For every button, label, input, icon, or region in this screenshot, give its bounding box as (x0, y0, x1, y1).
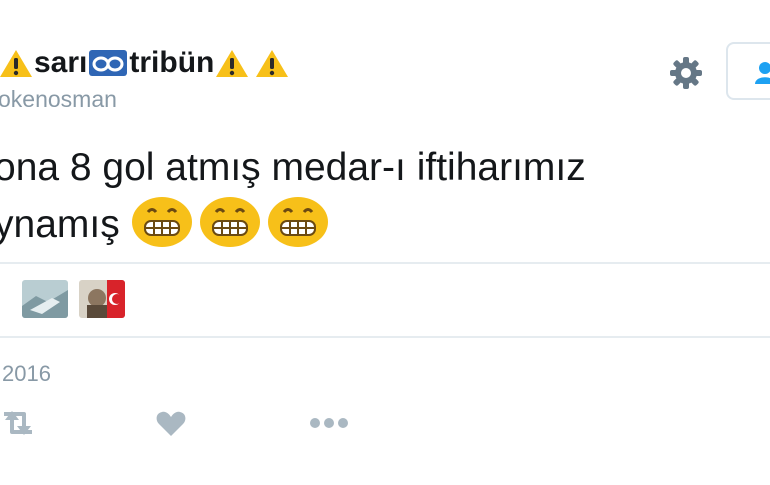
user-avatar[interactable] (79, 280, 125, 318)
display-name-part: tribün (129, 46, 215, 79)
warning-emoji-icon (216, 50, 249, 77)
liked-by-avatars (22, 280, 125, 318)
retweet-icon (4, 411, 32, 435)
grimacing-emoji-icon (199, 197, 260, 247)
display-name-part: sarı (34, 46, 88, 79)
like-button[interactable] (156, 405, 186, 441)
gear-icon[interactable] (667, 54, 705, 92)
divider (0, 262, 770, 264)
more-icon (310, 418, 348, 428)
grimacing-emoji-icon (131, 197, 192, 247)
warning-emoji-icon (256, 50, 289, 77)
username[interactable]: okenosman (0, 86, 117, 113)
user-avatar[interactable] (22, 280, 68, 318)
follow-button[interactable] (726, 42, 770, 100)
divider (0, 336, 770, 338)
follow-user-icon (755, 62, 770, 84)
like-icon (156, 411, 186, 436)
tweet-text: ona 8 gol atmış medar-ı iftiharımız ynam… (0, 140, 586, 252)
tweet-date: 2016 (2, 361, 51, 386)
warning-emoji-icon (0, 50, 32, 77)
tweet-header: sarı tribün okenosman (0, 40, 770, 120)
loop-emoji-icon (89, 50, 128, 76)
tweet-actions (0, 405, 770, 441)
tweet-text-line-2: ynamış (0, 196, 586, 252)
retweet-button[interactable] (0, 405, 36, 441)
tweet-text-line: ona 8 gol atmış medar-ı iftiharımız (0, 146, 586, 189)
display-name[interactable]: sarı tribün (0, 46, 290, 80)
tweet-text-fragment: ynamış (0, 203, 120, 246)
grimacing-emoji-icon (267, 197, 328, 247)
more-button[interactable] (308, 405, 350, 441)
